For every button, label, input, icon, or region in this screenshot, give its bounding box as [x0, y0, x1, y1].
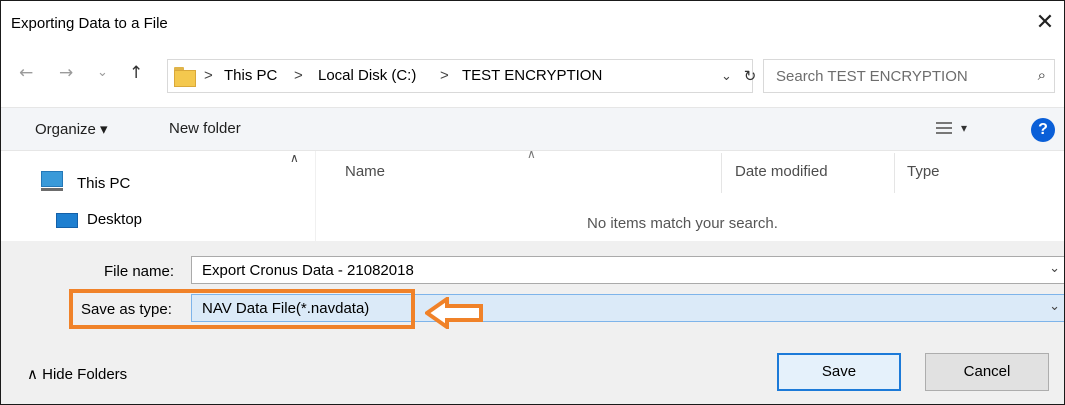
command-bar: Organize ▾ New folder ▾ ?	[1, 107, 1064, 151]
help-icon[interactable]: ?	[1031, 118, 1055, 142]
pane-divider[interactable]	[315, 151, 316, 241]
forward-arrow-icon[interactable]: →	[59, 63, 73, 83]
cancel-button[interactable]: Cancel	[925, 353, 1049, 391]
nav-item-desktop[interactable]: Desktop	[87, 211, 142, 228]
address-dropdown-icon[interactable]: ⌄	[721, 68, 732, 84]
title-bar: Exporting Data to a File ✕	[1, 1, 1064, 45]
breadcrumb-this-pc[interactable]: This PC	[224, 67, 277, 84]
file-name-label: File name:	[104, 263, 175, 280]
hide-folders-button[interactable]: ∧ Hide Folders	[27, 365, 127, 383]
refresh-icon[interactable]: ↻	[737, 59, 763, 93]
view-options-icon[interactable]	[936, 121, 952, 135]
this-pc-icon-base	[41, 188, 63, 191]
breadcrumb-local-disk[interactable]: Local Disk (C:)	[318, 67, 416, 84]
recent-locations-icon[interactable]: ⌄	[97, 65, 108, 80]
breadcrumb-separator: >	[440, 67, 449, 84]
file-name-value: Export Cronus Data - 21082018	[202, 262, 414, 279]
column-separator[interactable]	[721, 153, 722, 193]
view-dropdown-icon[interactable]: ▾	[961, 121, 967, 135]
search-icon[interactable]: ⌕	[1038, 66, 1046, 84]
column-header-date-modified[interactable]: Date modified	[735, 163, 828, 180]
save-dialog: Exporting Data to a File ✕ ← → ⌄ ↑ > Thi…	[0, 0, 1065, 405]
new-folder-button[interactable]: New folder	[169, 120, 241, 137]
search-input[interactable]: Search TEST ENCRYPTION ⌕	[763, 59, 1055, 93]
save-type-dropdown-icon[interactable]: ⌄	[1049, 299, 1060, 314]
highlight-box	[69, 289, 415, 329]
address-bar[interactable]: > This PC > Local Disk (C:) > TEST ENCRY…	[167, 59, 753, 93]
breadcrumb-separator: >	[294, 67, 303, 84]
organize-button[interactable]: Organize ▾	[35, 120, 108, 138]
column-header-type[interactable]: Type	[907, 163, 940, 180]
column-header-name[interactable]: Name	[345, 163, 385, 180]
scroll-up-icon[interactable]: ∧	[290, 151, 299, 165]
column-separator[interactable]	[894, 153, 895, 193]
empty-list-message: No items match your search.	[587, 215, 778, 232]
sort-ascending-icon: ∧	[527, 147, 536, 161]
folder-icon	[174, 67, 196, 87]
search-placeholder: Search TEST ENCRYPTION	[776, 68, 968, 85]
left-arrow-annotation-icon	[425, 297, 483, 329]
up-arrow-icon[interactable]: ↑	[129, 63, 143, 83]
nav-item-this-pc[interactable]: This PC	[77, 175, 130, 192]
file-name-field[interactable]: Export Cronus Data - 21082018 ⌄	[191, 256, 1064, 284]
breadcrumb-test-encryption[interactable]: TEST ENCRYPTION	[462, 67, 602, 84]
breadcrumb-separator: >	[204, 67, 213, 84]
back-arrow-icon[interactable]: ←	[19, 63, 33, 83]
desktop-icon	[56, 213, 78, 228]
navigation-pane: This PC Desktop	[1, 151, 316, 241]
close-icon[interactable]: ✕	[1028, 7, 1062, 39]
save-button[interactable]: Save	[777, 353, 901, 391]
this-pc-icon	[41, 171, 63, 187]
dialog-title: Exporting Data to a File	[11, 15, 168, 32]
file-name-dropdown-icon[interactable]: ⌄	[1049, 261, 1060, 276]
